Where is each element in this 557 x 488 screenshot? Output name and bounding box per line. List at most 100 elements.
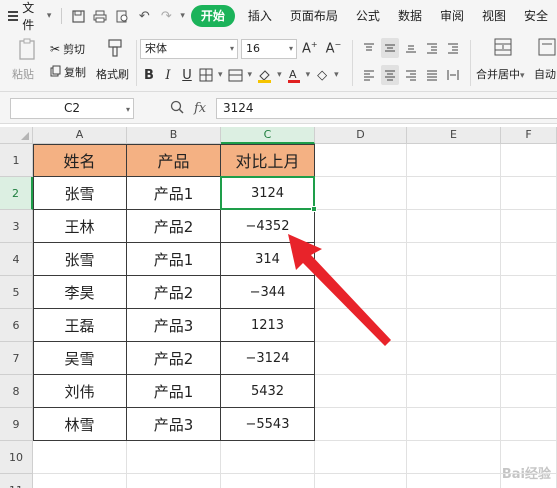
formula-input[interactable]: 3124 — [216, 98, 557, 119]
table-cell[interactable]: 李昊 — [33, 276, 127, 309]
table-cell[interactable]: −5543 — [221, 408, 315, 441]
format-painter-button[interactable]: 格式刷 — [96, 32, 136, 92]
cut-button[interactable]: ✂ 剪切 — [50, 41, 85, 57]
table-cell[interactable] — [501, 177, 557, 210]
table-cell[interactable]: 产品2 — [127, 342, 221, 375]
table-cell[interactable] — [407, 144, 501, 177]
table-cell[interactable]: 产品3 — [127, 408, 221, 441]
table-cell[interactable] — [501, 144, 557, 177]
column-header[interactable]: B — [127, 127, 221, 144]
distribute-icon[interactable] — [444, 65, 462, 85]
table-cell[interactable] — [501, 408, 557, 441]
table-cell[interactable] — [315, 243, 407, 276]
align-top-icon[interactable] — [360, 38, 378, 58]
table-cell[interactable]: −4352 — [221, 210, 315, 243]
table-cell[interactable] — [407, 408, 501, 441]
border-icon[interactable] — [199, 66, 213, 84]
table-cell[interactable] — [127, 441, 221, 474]
file-menu[interactable]: 文件 ▾ — [0, 1, 57, 32]
table-cell[interactable]: 产品2 — [127, 276, 221, 309]
table-cell[interactable] — [501, 210, 557, 243]
print-icon[interactable] — [92, 8, 108, 24]
table-cell[interactable] — [407, 276, 501, 309]
table-cell[interactable]: 1213 — [221, 309, 315, 342]
table-cell[interactable] — [407, 309, 501, 342]
table-cell[interactable]: 吴雪 — [33, 342, 127, 375]
chevron-down-icon[interactable]: ▾ — [218, 70, 223, 80]
tab-formulas[interactable]: 公式 — [347, 5, 389, 27]
row-header[interactable]: 1 — [0, 144, 33, 177]
table-header-cell[interactable]: 产品 — [127, 144, 221, 177]
table-cell[interactable]: 5432 — [221, 375, 315, 408]
row-header[interactable]: 10 — [0, 441, 33, 474]
chevron-down-icon[interactable]: ▾ — [248, 70, 253, 80]
table-cell[interactable] — [407, 210, 501, 243]
table-cell[interactable]: 张雪 — [33, 243, 127, 276]
table-cell[interactable] — [127, 474, 221, 488]
table-cell[interactable] — [221, 474, 315, 488]
tab-insert[interactable]: 插入 — [239, 5, 281, 27]
table-cell[interactable] — [501, 375, 557, 408]
align-right-icon[interactable] — [402, 65, 420, 85]
table-cell[interactable] — [501, 441, 557, 474]
table-cell[interactable]: 林雪 — [33, 408, 127, 441]
chevron-down-icon[interactable]: ▾ — [334, 70, 339, 80]
copy-button[interactable]: 复制 — [50, 64, 86, 80]
table-cell[interactable]: 刘伟 — [33, 375, 127, 408]
wrap-text-icon[interactable] — [538, 38, 556, 56]
column-header[interactable]: F — [501, 127, 557, 144]
table-cell[interactable] — [315, 441, 407, 474]
table-cell[interactable] — [501, 309, 557, 342]
chevron-down-icon[interactable]: ▾ — [180, 11, 185, 21]
row-header[interactable]: 4 — [0, 243, 33, 276]
fill-pattern-icon[interactable] — [228, 66, 243, 84]
row-header[interactable]: 6 — [0, 309, 33, 342]
indent-decrease-icon[interactable] — [423, 38, 441, 58]
table-cell[interactable] — [315, 309, 407, 342]
paste-button[interactable]: 粘贴 — [10, 32, 46, 92]
table-header-cell[interactable]: 对比上月 — [221, 144, 315, 177]
table-cell[interactable]: 王磊 — [33, 309, 127, 342]
table-cell[interactable] — [315, 144, 407, 177]
table-cell[interactable] — [33, 441, 127, 474]
bold-button[interactable]: B — [142, 66, 156, 84]
increase-font-icon[interactable]: A+ — [302, 40, 318, 56]
undo-icon[interactable]: ↶ — [136, 8, 152, 24]
row-header[interactable]: 7 — [0, 342, 33, 375]
clear-format-icon[interactable]: ◇ — [315, 66, 329, 84]
table-cell[interactable] — [501, 474, 557, 488]
table-cell[interactable] — [315, 210, 407, 243]
font-color-icon[interactable]: A — [287, 66, 301, 84]
column-header[interactable]: E — [407, 127, 501, 144]
merge-center-button[interactable]: 合并居中▾ — [476, 32, 528, 92]
column-header[interactable]: A — [33, 127, 127, 144]
table-cell[interactable] — [407, 243, 501, 276]
table-cell[interactable]: 3124 — [221, 177, 315, 210]
table-cell[interactable] — [407, 342, 501, 375]
table-cell[interactable] — [407, 177, 501, 210]
table-cell[interactable] — [501, 276, 557, 309]
table-cell[interactable] — [315, 375, 407, 408]
table-cell[interactable] — [407, 474, 501, 488]
table-cell[interactable] — [315, 342, 407, 375]
auto-wrap-label[interactable]: 自动 — [534, 66, 556, 82]
table-cell[interactable] — [315, 177, 407, 210]
font-name-select[interactable]: 宋体 ▾ — [140, 39, 238, 59]
underline-button[interactable]: U — [180, 66, 194, 84]
table-cell[interactable] — [315, 276, 407, 309]
tab-data[interactable]: 数据 — [389, 5, 431, 27]
align-center-icon[interactable] — [381, 65, 399, 85]
table-cell[interactable]: 产品2 — [127, 210, 221, 243]
column-header[interactable]: C — [221, 127, 315, 144]
table-cell[interactable]: 王林 — [33, 210, 127, 243]
align-middle-icon[interactable] — [381, 38, 399, 58]
table-cell[interactable] — [407, 375, 501, 408]
name-box[interactable]: C2 ▾ — [10, 98, 134, 119]
align-left-icon[interactable] — [360, 65, 378, 85]
row-header[interactable]: 5 — [0, 276, 33, 309]
chevron-down-icon[interactable]: ▾ — [306, 70, 311, 80]
align-bottom-icon[interactable] — [402, 38, 420, 58]
fill-color-icon[interactable] — [257, 66, 272, 84]
table-cell[interactable] — [407, 441, 501, 474]
tab-page-layout[interactable]: 页面布局 — [281, 5, 347, 27]
